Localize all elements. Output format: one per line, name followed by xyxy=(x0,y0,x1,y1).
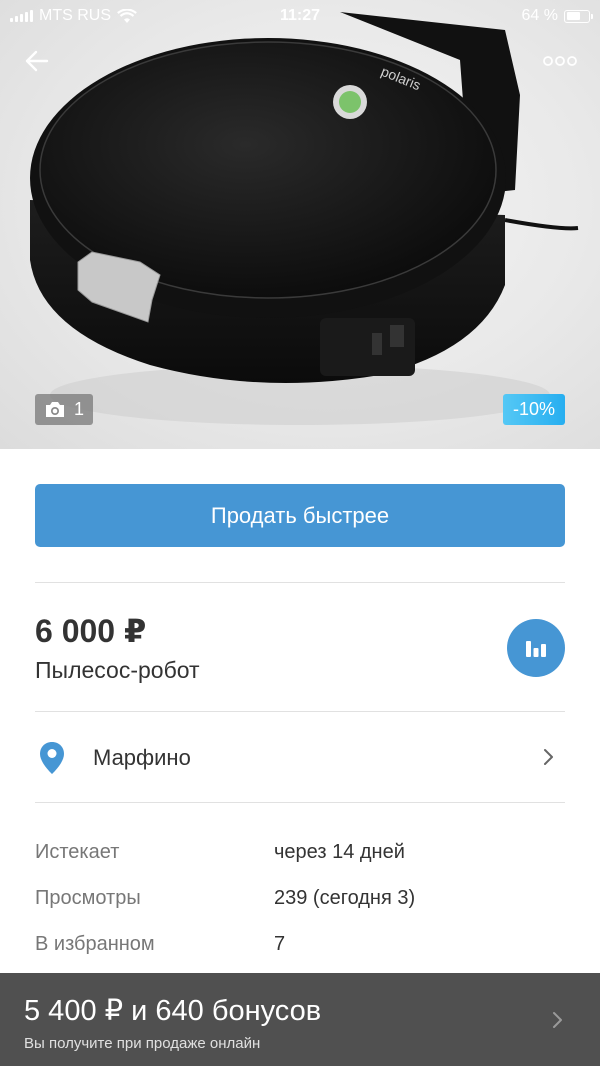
info-label-views: Просмотры xyxy=(35,887,141,909)
online-sale-banner[interactable]: 5 400 ₽ и 640 бонусов Вы получите при пр… xyxy=(0,973,600,1066)
discount-badge: -10% xyxy=(503,394,565,425)
location-pin-icon xyxy=(40,742,64,774)
price: 6 000 ₽ xyxy=(35,613,147,649)
wifi-icon xyxy=(117,8,137,23)
chevron-right-icon xyxy=(553,1012,562,1028)
divider xyxy=(35,582,565,583)
info-label-favorites: В избранном xyxy=(35,933,155,955)
photo-counter[interactable]: 1 xyxy=(35,394,93,425)
chevron-right-icon xyxy=(544,749,553,765)
bonus-subtitle: Вы получите при продаже онлайн xyxy=(24,1035,261,1052)
info-label-expires: Истекает xyxy=(35,841,120,863)
divider xyxy=(35,802,565,803)
divider xyxy=(35,711,565,712)
battery-icon xyxy=(564,9,593,23)
stats-button[interactable] xyxy=(507,619,565,677)
info-value-views: 239 (сегодня 3) xyxy=(274,887,416,909)
location-label: Марфино xyxy=(93,745,191,770)
info-value-expires: через 14 дней xyxy=(274,841,405,863)
more-icon[interactable] xyxy=(540,52,580,70)
carrier-label: MTS RUS xyxy=(39,7,111,24)
photo-count-label: 1 xyxy=(73,399,84,419)
status-bar: MTS RUS 11:27 64 % xyxy=(0,0,600,32)
robot-vacuum-image: polaris xyxy=(30,12,579,425)
location-row[interactable]: Марфино xyxy=(35,714,565,802)
sell-faster-button[interactable]: Продать быстрее xyxy=(35,484,565,547)
info-value-favorites: 7 xyxy=(274,933,286,955)
camera-icon xyxy=(45,402,64,417)
back-arrow-icon[interactable] xyxy=(20,46,54,76)
signal-icon xyxy=(10,10,33,22)
bar-chart-icon xyxy=(526,641,546,657)
listing-title: Пылесос-робот xyxy=(35,657,200,683)
battery-percent: 64 % xyxy=(521,7,558,24)
product-photo[interactable]: polaris MTS RUS 11:27 64 % 1 -10% xyxy=(0,0,600,449)
bonus-title: 5 400 ₽ и 640 бонусов xyxy=(24,995,322,1027)
